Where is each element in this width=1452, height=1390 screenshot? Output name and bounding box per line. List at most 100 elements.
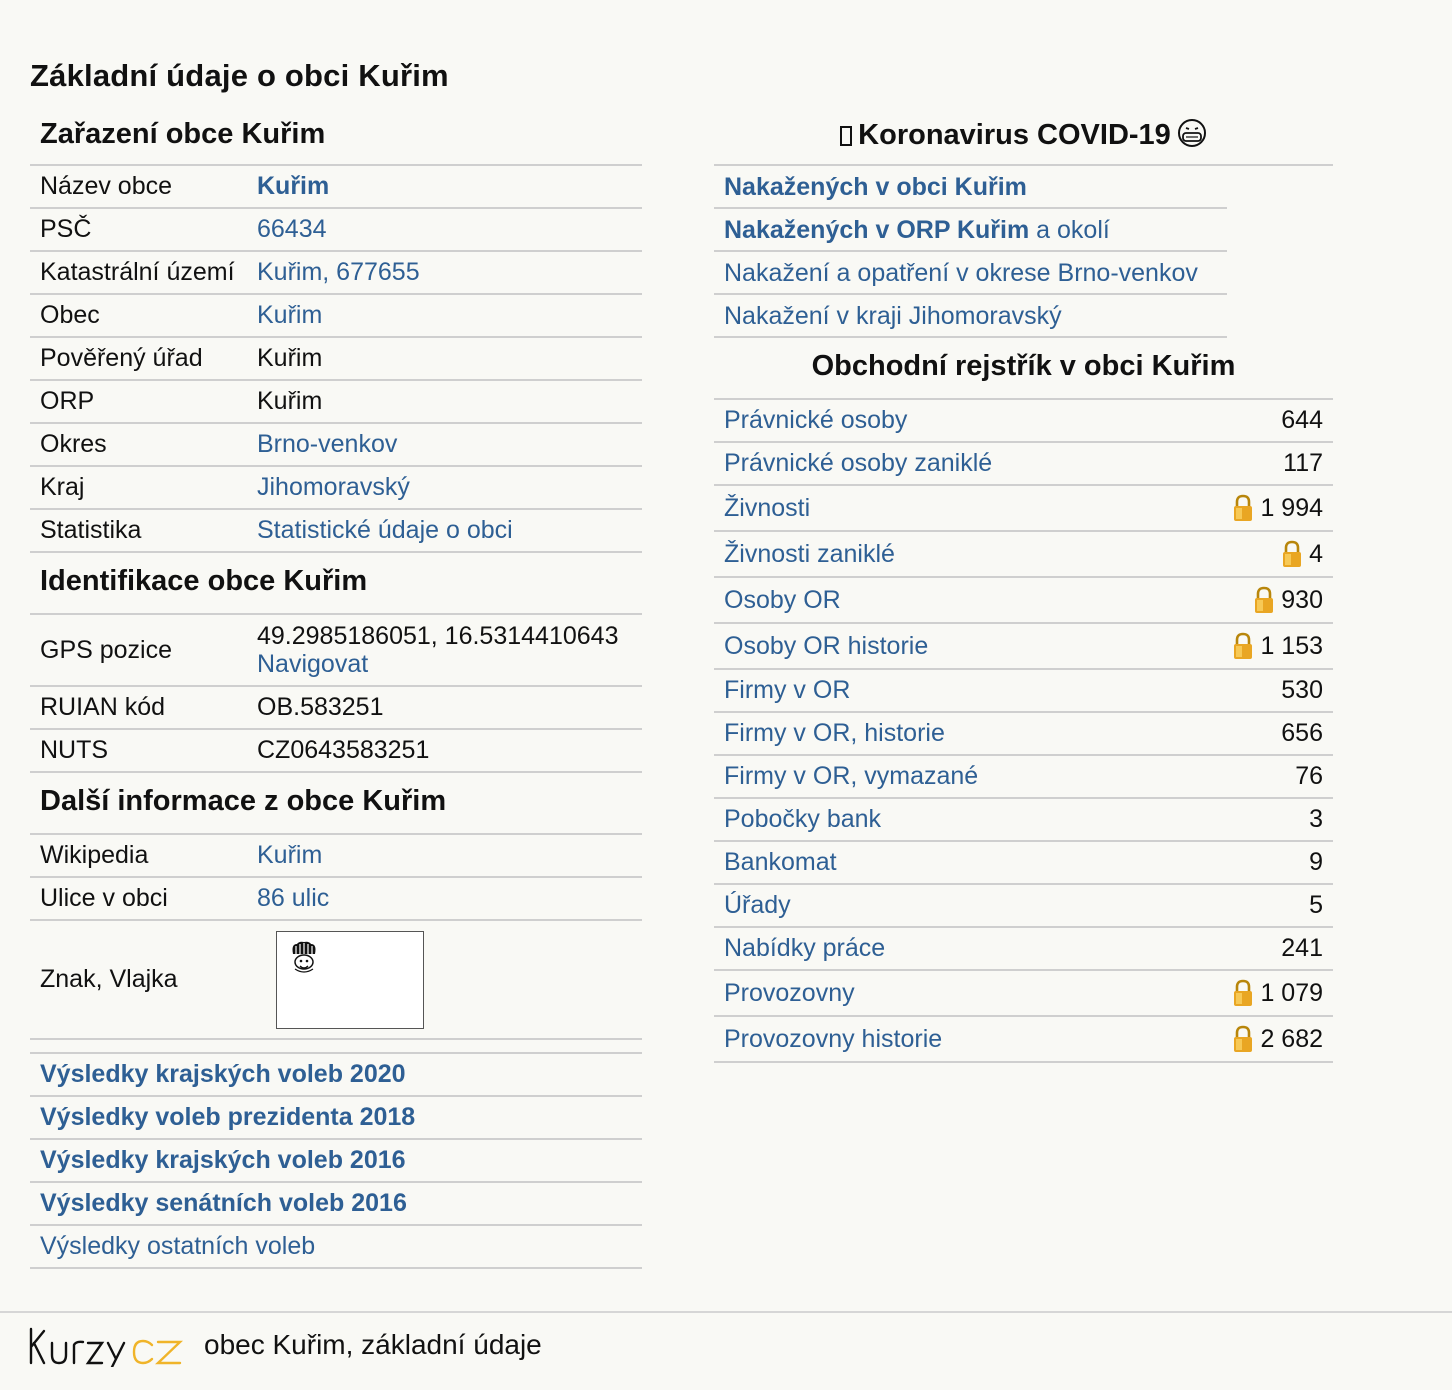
covid-row: Nakažených v ORP Kuřim a okolí [714,209,1227,252]
row-value: Kuřim [257,387,323,415]
side-column: Koronavirus COVID-19 Nakažených v obci K… [714,108,1333,1063]
zarazeni-table: Název obce Kuřim PSČ 66434 Katastrální území… [30,166,642,553]
mask-face-icon [1177,119,1206,147]
rejstrik-link[interactable]: Bankomat [724,848,837,877]
rejstrik-link[interactable]: Nabídky práce [724,934,885,963]
election-link[interactable]: Výsledky krajských voleb 2020 [40,1060,406,1088]
rejstrik-row: Právnické osoby 644 [714,400,1333,443]
row-label: Katastrální území [40,258,235,286]
zarazeni-row: Pověřený úřad Kuřim [30,338,642,381]
footer-text: obec Kuřim, základní údaje [204,1329,542,1360]
flag-image[interactable] [276,930,424,1029]
wikipedia-link[interactable]: Kuřim [257,841,322,869]
rejstrik-count: 1 079 [1260,978,1323,1007]
row-label: Okres [40,430,107,458]
covid-heading-text: Koronavirus COVID-19 [858,119,1171,151]
covid-row: Nakažení a opatření v okrese Brno-venkov [714,252,1227,295]
row-label: PSČ [40,215,92,243]
kurzy-cz-logo[interactable] [28,1325,188,1367]
rejstrik-count: 76 [1295,762,1323,790]
rejstrik-link[interactable]: Provozovny [724,979,855,1008]
rejstrik-count-cell: 644 [1281,406,1323,435]
ruian-value: OB.583251 [257,693,384,721]
rejstrik-count: 644 [1281,406,1323,434]
rejstrik-count-cell: 656 [1281,719,1323,748]
zarazeni-row: Statistika Statistické údaje o obci [30,510,642,553]
rejstrik-row: Firmy v OR, vymazané 76 [714,756,1333,799]
zarazeni-row: Název obce Kuřim [30,166,642,209]
rejstrik-count-cell: 117 [1283,449,1323,478]
covid-link-plain: Nakažení a opatření v okrese Brno-venkov [724,259,1198,287]
covid-link[interactable]: Nakažených v obci Kuřim [724,173,1027,201]
gps-coordinates: 49.2985186051, 16.5314410643 [257,622,619,650]
ulice-row: Ulice v obci 86 ulic [30,878,642,921]
nuts-value: CZ0643583251 [257,736,430,764]
covid-link-bold: Nakažených v ORP Kuřim [724,216,1030,244]
rejstrik-count: 9 [1309,848,1323,876]
rejstrik-row: Provozovny 1 079 [714,971,1333,1017]
row-value-link[interactable]: Kuřim [257,301,322,329]
row-value-link[interactable]: Kuřim [257,172,329,200]
ulice-link[interactable]: 86 ulic [257,884,329,912]
rejstrik-row: Úřady 5 [714,885,1333,928]
election-link[interactable]: Výsledky ostatních voleb [40,1232,315,1260]
nuts-label: NUTS [40,736,109,764]
rejstrik-link[interactable]: Osoby OR historie [724,632,928,661]
rejstrik-link[interactable]: Živnosti zaniklé [724,540,895,569]
row-value-link[interactable]: Kuřim, 677655 [257,258,420,286]
rejstrik-count-cell: 1 994 [1232,494,1323,523]
rejstrik-link[interactable]: Firmy v OR, historie [724,719,945,748]
row-value-link[interactable]: Brno-venkov [257,430,397,458]
rejstrik-count-cell: 530 [1281,676,1323,705]
rejstrik-link[interactable]: Právnické osoby [724,406,907,435]
rejstrik-link[interactable]: Osoby OR [724,586,841,615]
coat-of-arms-icon [292,941,316,973]
rejstrik-row: Firmy v OR 530 [714,670,1333,713]
rejstrik-link[interactable]: Firmy v OR [724,676,850,705]
lock-icon [1232,632,1254,660]
lock-icon [1232,494,1254,522]
wikipedia-label: Wikipedia [40,841,149,869]
obec-info-column: Zařazení obce Kuřim Název obce Kuřim PSČ 66… [30,108,642,1269]
rejstrik-count-cell: 3 [1309,805,1323,834]
rejstrik-count-cell: 1 153 [1232,632,1323,661]
rejstrik-count-cell: 1 079 [1232,979,1323,1008]
rejstrik-link[interactable]: Úřady [724,891,791,920]
election-row: Výsledky voleb prezidenta 2018 [30,1097,642,1140]
election-link[interactable]: Výsledky voleb prezidenta 2018 [40,1103,415,1131]
rejstrik-count: 117 [1283,449,1323,477]
rejstrik-count-cell: 76 [1295,762,1323,791]
ruian-row: RUIAN kód OB.583251 [30,687,642,730]
znak-vlajka-row: Znak, Vlajka [30,921,642,1040]
covid-link[interactable]: Nakažení a opatření v okrese Brno-venkov [724,259,1198,287]
navigate-link[interactable]: Navigovat [257,650,368,678]
gps-label: GPS pozice [40,635,173,664]
rejstrik-row: Osoby OR historie 1 153 [714,624,1333,670]
rejstrik-row: Nabídky práce 241 [714,928,1333,971]
row-label: ORP [40,387,95,415]
row-label: Pověřený úřad [40,344,203,372]
covid-link[interactable]: Nakažení v kraji Jihomoravský [724,302,1062,330]
rejstrik-link[interactable]: Firmy v OR, vymazané [724,762,978,791]
rejstrik-link[interactable]: Pobočky bank [724,805,881,834]
row-value-link[interactable]: Jihomoravský [257,473,410,501]
row-label: Obec [40,301,100,329]
row-label: Název obce [40,172,173,200]
zarazeni-row: Obec Kuřim [30,295,642,338]
gps-value-cell: 49.2985186051, 16.5314410643 Navigovat [257,622,642,678]
rejstrik-link[interactable]: Právnické osoby zaniklé [724,449,992,478]
covid-link[interactable]: Nakažených v ORP Kuřim a okolí [724,216,1110,244]
covid-link-plain: a okolí [1029,216,1110,244]
covid-link-bold: Nakažených v obci Kuřim [724,173,1027,201]
election-link[interactable]: Výsledky senátních voleb 2016 [40,1189,407,1217]
rejstrik-count: 1 153 [1260,631,1323,660]
gps-row: GPS pozice 49.2985186051, 16.5314410643 … [30,615,642,687]
rejstrik-row: Právnické osoby zaniklé 117 [714,443,1333,486]
row-value-link[interactable]: 66434 [257,215,327,243]
rejstrik-link[interactable]: Živnosti [724,494,810,523]
covid-heading: Koronavirus COVID-19 [714,108,1333,166]
election-link[interactable]: Výsledky krajských voleb 2016 [40,1146,406,1174]
row-value-link[interactable]: Statistické údaje o obci [257,516,513,544]
rejstrik-link[interactable]: Provozovny historie [724,1025,942,1054]
obchodni-rejstrik-table: Právnické osoby 644 Právnické osoby zanikl… [714,400,1333,1063]
